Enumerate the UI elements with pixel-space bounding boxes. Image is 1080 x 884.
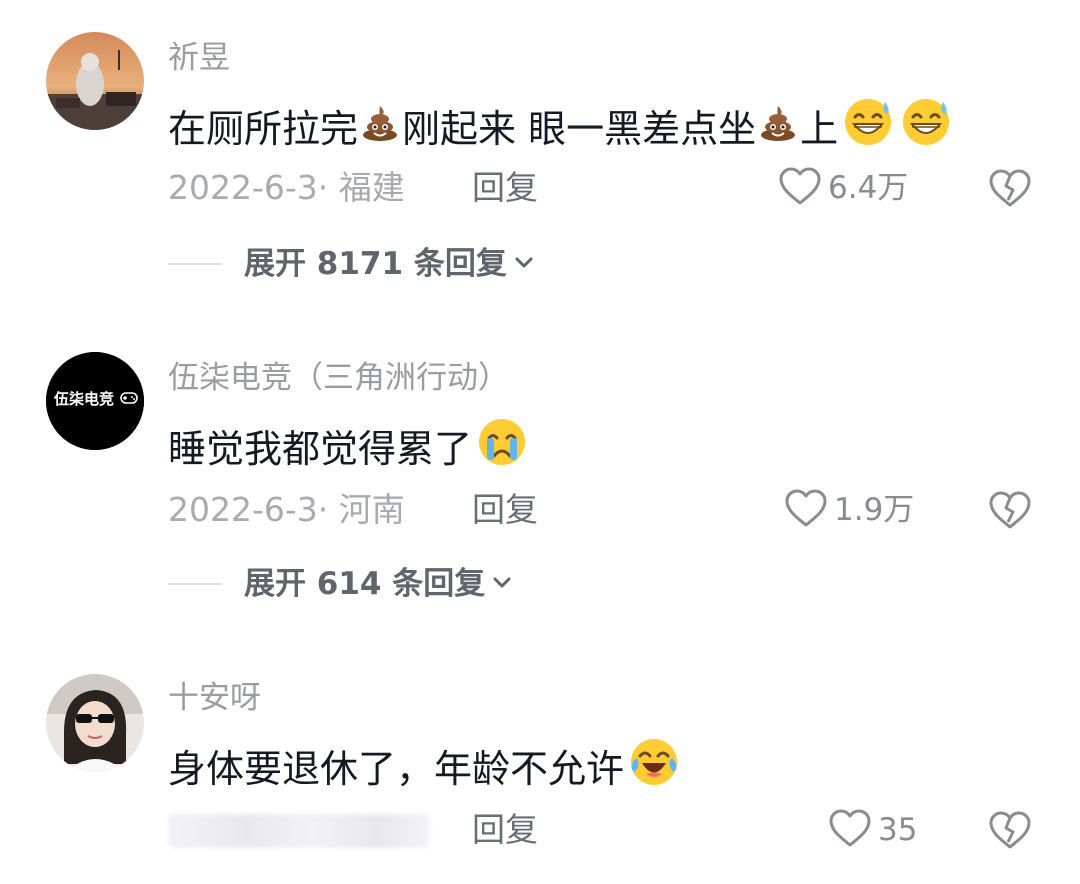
- avatar[interactable]: [46, 674, 144, 772]
- grinning-sweat-emoji-icon: [842, 96, 894, 161]
- comment-meta: 2022-6-3· 福建: [168, 168, 405, 207]
- like-count: 1.9万: [834, 492, 915, 528]
- heart-outline-icon: [784, 488, 828, 532]
- username[interactable]: 十安呀: [168, 678, 261, 718]
- heart-outline-icon: [828, 808, 872, 852]
- reply-button[interactable]: 回复: [472, 808, 538, 852]
- like-button[interactable]: 6.4万: [778, 166, 908, 210]
- laughing-tears-emoji-icon: [628, 736, 680, 801]
- poop-emoji-icon: [360, 102, 400, 155]
- expand-replies-label: 展开 8171 条回复: [244, 246, 507, 282]
- reply-button[interactable]: 回复: [472, 166, 538, 210]
- comment-text: 身体要退休了，年龄不允许: [168, 736, 680, 801]
- expand-replies-label: 展开 614 条回复: [244, 566, 486, 602]
- dislike-button[interactable]: [988, 810, 1032, 854]
- blurred-meta: [168, 814, 430, 848]
- comment-text-part: 在厕所拉完: [168, 106, 359, 151]
- heart-outline-icon: [778, 166, 822, 210]
- like-button[interactable]: 1.9万: [784, 488, 914, 532]
- comment-item: 十安呀 身体要退休了，年龄不允许 回复 35: [0, 640, 1080, 884]
- expand-replies-button[interactable]: 展开 8171 条回复: [168, 242, 535, 286]
- expand-replies-button[interactable]: 展开 614 条回复: [168, 562, 513, 606]
- chevron-down-icon: [513, 251, 535, 277]
- comment-item: 伍柒电竞 伍柒电竞（三角洲行动） 睡觉我都觉得累了 2022-6-3· 河南 回: [0, 320, 1080, 630]
- comment-item: 祈昱 在厕所拉完 刚起来 眼一黑差点坐 上 2022-6-3· 福建 回复 6.…: [0, 0, 1080, 300]
- chevron-down-icon: [491, 571, 513, 597]
- broken-heart-icon: [988, 169, 1032, 212]
- crying-face-emoji-icon: [476, 416, 528, 481]
- username[interactable]: 伍柒电竞（三角洲行动）: [168, 358, 509, 398]
- avatar[interactable]: 伍柒电竞: [46, 352, 144, 450]
- comment-text-part: 刚起来 眼一黑差点坐: [402, 106, 757, 151]
- like-button[interactable]: 35: [828, 808, 917, 852]
- avatar-text: 伍柒电竞: [54, 390, 115, 408]
- divider-line: [168, 583, 222, 585]
- gamepad-icon: [120, 391, 138, 405]
- avatar[interactable]: [46, 32, 144, 130]
- broken-heart-icon: [988, 491, 1032, 534]
- broken-heart-icon: [988, 811, 1032, 854]
- username[interactable]: 祈昱: [168, 38, 230, 78]
- comment-text: 在厕所拉完 刚起来 眼一黑差点坐 上: [168, 96, 952, 161]
- comment-text-part: 睡觉我都觉得累了: [168, 426, 473, 471]
- reply-button[interactable]: 回复: [472, 488, 538, 532]
- comment-text-part: 身体要退休了，年龄不允许: [168, 746, 625, 791]
- comment-text: 睡觉我都觉得累了: [168, 416, 528, 481]
- like-count: 6.4万: [828, 170, 909, 206]
- poop-emoji-icon: [758, 102, 798, 155]
- comment-text-part: 上: [800, 106, 839, 151]
- dislike-button[interactable]: [988, 490, 1032, 534]
- dislike-button[interactable]: [988, 168, 1032, 212]
- comment-meta: 2022-6-3· 河南: [168, 490, 405, 529]
- like-count: 35: [878, 812, 918, 848]
- divider-line: [168, 263, 222, 265]
- grinning-sweat-emoji-icon: [900, 96, 952, 161]
